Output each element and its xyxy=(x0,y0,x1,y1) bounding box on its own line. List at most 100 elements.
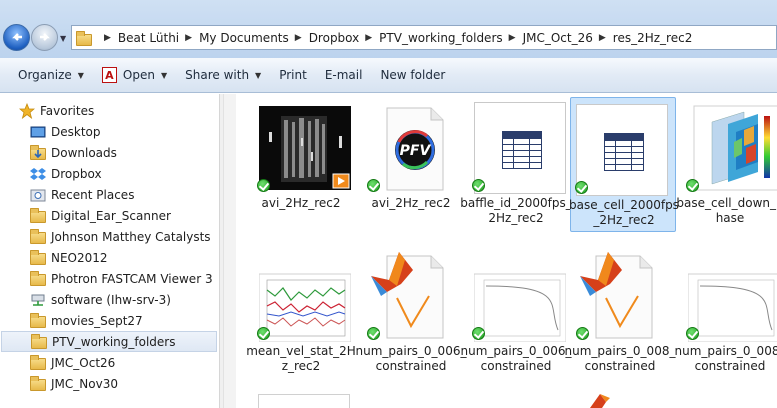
arrow-right-icon xyxy=(40,33,50,41)
matlab-fig-icon[interactable] xyxy=(582,386,622,408)
command-bar: Organize ▼ A Open ▼ Share with ▼ Print E… xyxy=(0,58,777,93)
file-item[interactable]: PFV avi_2Hz_rec2 xyxy=(361,96,461,231)
chevron-right-icon[interactable]: ▶ xyxy=(509,33,516,43)
table-file-icon xyxy=(576,104,668,196)
nav-item-jmc-oct26[interactable]: JMC_Oct26 xyxy=(0,352,219,373)
folder-icon xyxy=(30,228,46,245)
nav-item-ptv-working-folders[interactable]: PTV_working_folders xyxy=(1,331,217,352)
sync-ok-icon xyxy=(686,327,699,340)
sync-ok-icon xyxy=(257,327,270,340)
chevron-right-icon[interactable]: ▶ xyxy=(295,33,302,43)
nav-item-johnson-matthey[interactable]: Johnson Matthey Catalysts xyxy=(0,226,219,247)
network-drive-icon xyxy=(30,292,46,308)
nav-item-desktop[interactable]: Desktop xyxy=(0,121,219,142)
recent-places-icon xyxy=(30,187,46,203)
file-item[interactable]: num_pairs_0_006_constrained xyxy=(356,244,466,379)
chevron-right-icon[interactable]: ▶ xyxy=(104,33,111,43)
nav-item-label: PTV_working_folders xyxy=(52,334,176,349)
address-row: ▼ ▶ Beat Lüthi ▶ My Documents ▶ Dropbox … xyxy=(0,0,777,58)
share-label: Share with xyxy=(185,68,250,82)
nav-item-label: Recent Places xyxy=(51,187,135,202)
folder-icon xyxy=(76,30,94,46)
favorites-label: Favorites xyxy=(40,103,95,118)
file-name: num_pairs_0_006_constrained xyxy=(460,344,572,373)
file-item[interactable]: num_pairs_0_006_constrained xyxy=(461,244,571,379)
breadcrumb: ▶ Beat Lüthi ▶ My Documents ▶ Dropbox ▶ … xyxy=(98,26,692,49)
matlab-fig-icon xyxy=(369,250,461,342)
address-bar[interactable]: ▶ Beat Lüthi ▶ My Documents ▶ Dropbox ▶ … xyxy=(71,25,777,50)
sync-ok-icon xyxy=(472,179,485,192)
nav-item-label: JMC_Nov30 xyxy=(51,376,118,391)
navigation-pane: Favorites Desktop Downloads Dropbox Rece… xyxy=(0,94,219,408)
file-name: num_pairs_0_008_constrained xyxy=(564,344,676,373)
nav-item-label: JMC_Oct26 xyxy=(51,355,116,370)
print-label: Print xyxy=(279,68,307,82)
email-label: E-mail xyxy=(324,68,363,82)
chevron-right-icon[interactable]: ▶ xyxy=(185,33,192,43)
print-button[interactable]: Print xyxy=(270,58,316,92)
breadcrumb-item[interactable]: res_2Hz_rec2 xyxy=(613,31,693,45)
file-item[interactable]: baffle_id_2000fps_2Hz_rec2 xyxy=(460,96,572,231)
desktop-icon xyxy=(30,124,46,140)
file-item[interactable]: base_cell_down_phase xyxy=(676,96,777,231)
file-item[interactable]: avi_2Hz_rec2 xyxy=(251,96,351,231)
chevron-right-icon[interactable]: ▶ xyxy=(599,33,606,43)
sync-ok-icon xyxy=(686,179,699,192)
nav-scrollbar[interactable] xyxy=(223,94,237,408)
acrobat-icon: A xyxy=(101,67,117,83)
share-with-button[interactable]: Share with ▼ xyxy=(176,58,270,92)
organize-button[interactable]: Organize ▼ xyxy=(0,58,93,92)
nav-item-dropbox[interactable]: Dropbox xyxy=(0,163,219,184)
file-item[interactable]: mean_vel_stat_2Hz_rec2 xyxy=(246,244,356,379)
folder-icon xyxy=(30,354,46,371)
breadcrumb-item[interactable]: My Documents xyxy=(199,31,289,45)
file-item-selected[interactable]: base_cell_2000fps_2Hz_rec2 xyxy=(569,97,679,232)
table-file-icon xyxy=(474,102,566,194)
nav-item-movies-sept27[interactable]: movies_Sept27 xyxy=(0,310,219,331)
favorites-header[interactable]: Favorites xyxy=(0,100,219,121)
nav-item-label: movies_Sept27 xyxy=(51,313,143,328)
sync-ok-icon xyxy=(576,327,589,340)
new-folder-button[interactable]: New folder xyxy=(371,58,454,92)
nav-item-downloads[interactable]: Downloads xyxy=(0,142,219,163)
file-name: baffle_id_2000fps_2Hz_rec2 xyxy=(460,196,572,225)
star-icon xyxy=(18,102,36,119)
svg-text:PFV: PFV xyxy=(400,143,432,159)
nav-item-jmc-nov30[interactable]: JMC_Nov30 xyxy=(0,373,219,394)
file-thumbnail-partial[interactable] xyxy=(258,394,350,408)
nav-item-label: Photron FASTCAM Viewer 3 xyxy=(51,271,213,286)
file-name: base_cell_2000fps_2Hz_rec2 xyxy=(569,198,679,227)
nav-item-label: Johnson Matthey Catalysts xyxy=(51,229,211,244)
folder-icon xyxy=(30,375,46,392)
open-label: Open xyxy=(122,68,155,82)
breadcrumb-item[interactable]: Beat Lüthi xyxy=(118,31,179,45)
file-name: base_cell_down_phase xyxy=(676,196,777,225)
caret-down-icon: ▼ xyxy=(77,70,84,80)
forward-button[interactable] xyxy=(31,24,58,51)
email-button[interactable]: E-mail xyxy=(316,58,372,92)
open-button[interactable]: A Open ▼ xyxy=(93,58,176,92)
plot-thumbnail-icon xyxy=(687,250,777,343)
back-button[interactable] xyxy=(3,24,30,51)
folder-icon xyxy=(30,207,46,224)
nav-item-neo2012[interactable]: NEO2012 xyxy=(0,247,219,268)
dropbox-icon xyxy=(30,166,46,182)
pane-splitter[interactable] xyxy=(219,94,237,408)
nav-item-label: Dropbox xyxy=(51,166,102,181)
breadcrumb-item[interactable]: Dropbox xyxy=(309,31,360,45)
caret-down-icon: ▼ xyxy=(160,70,168,80)
chevron-right-icon[interactable]: ▶ xyxy=(365,33,372,43)
nav-item-photron[interactable]: Photron FASTCAM Viewer 3 xyxy=(0,268,219,289)
nav-item-digital-ear-scanner[interactable]: Digital_Ear_Scanner xyxy=(0,205,219,226)
breadcrumb-item[interactable]: PTV_working_folders xyxy=(379,31,502,45)
file-item[interactable]: num_pairs_0_008_constrained xyxy=(675,244,777,379)
file-item[interactable]: num_pairs_0_008_constrained xyxy=(565,244,675,379)
video-thumbnail-icon xyxy=(259,102,351,194)
nav-item-software[interactable]: software (Ihw-srv-3) xyxy=(0,289,219,310)
nav-item-label: Desktop xyxy=(51,124,101,139)
nav-item-label: Digital_Ear_Scanner xyxy=(51,208,171,223)
breadcrumb-item[interactable]: JMC_Oct_26 xyxy=(523,31,593,45)
recent-pages-dropdown[interactable]: ▼ xyxy=(60,34,68,43)
plot-thumbnail-icon xyxy=(258,250,352,343)
nav-item-recent-places[interactable]: Recent Places xyxy=(0,184,219,205)
